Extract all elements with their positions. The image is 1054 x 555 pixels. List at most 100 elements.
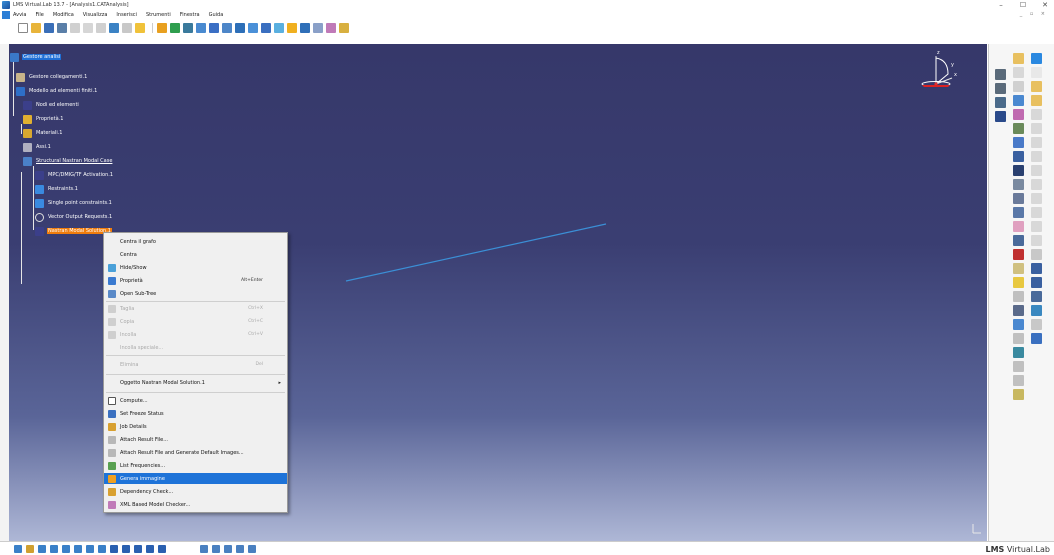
analysis-icon[interactable] — [1030, 53, 1042, 64]
multi-view-icon[interactable] — [235, 23, 245, 33]
normal-icon[interactable] — [98, 544, 106, 553]
pan-icon[interactable] — [196, 23, 206, 33]
body-icon[interactable] — [1012, 109, 1024, 120]
copy-icon[interactable] — [83, 23, 93, 33]
placeholder-4-icon[interactable] — [1030, 165, 1042, 176]
menu-item-attach-generate-images[interactable]: Attach Result File and Generate Default … — [104, 447, 287, 458]
beam-icon[interactable] — [1012, 137, 1024, 148]
tree-node-structural-nastran-modal-case[interactable]: Structural Nastran Modal Case — [23, 156, 113, 166]
animate-icon[interactable] — [1012, 389, 1024, 400]
placeholder-3-icon[interactable] — [1030, 151, 1042, 162]
arrow-icon[interactable] — [1012, 347, 1024, 358]
tree-node-restraints[interactable]: Restraints.1 — [35, 184, 79, 194]
shading-icon[interactable] — [261, 23, 271, 33]
cylinder-icon[interactable] — [1012, 165, 1024, 176]
fixture-icon[interactable] — [1012, 193, 1024, 204]
menu-item-xml-model-checker[interactable]: XML Based Model Checker... — [104, 499, 287, 510]
sketch-icon[interactable] — [1012, 67, 1024, 78]
menu-finestra[interactable]: Finestra — [180, 12, 200, 18]
plane-icon[interactable] — [1012, 81, 1024, 92]
placeholder-11-icon[interactable] — [1030, 319, 1042, 330]
select-icon[interactable] — [14, 544, 22, 553]
menu-visualizza[interactable]: Visualizza — [83, 12, 108, 18]
group-icon[interactable] — [1012, 95, 1024, 106]
fly-icon[interactable] — [26, 544, 34, 553]
menu-item-open-sub-tree[interactable]: Open Sub-Tree — [104, 288, 287, 299]
menu-strumenti[interactable]: Strumenti — [146, 12, 171, 18]
ref-icon[interactable] — [1030, 263, 1042, 274]
menu-inserisci[interactable]: Inserisci — [116, 12, 137, 18]
blank-icon[interactable] — [1030, 109, 1042, 120]
menu-item-hide-show[interactable]: Hide/Show — [104, 262, 287, 273]
load-icon[interactable] — [1012, 207, 1024, 218]
tree-node-assi[interactable]: Assi.1 — [23, 142, 52, 152]
pressure-icon[interactable] — [1012, 221, 1024, 232]
cut-icon[interactable] — [70, 23, 80, 33]
menu-item-list-frequencies[interactable]: List Frequencies... — [104, 460, 287, 471]
part-icon[interactable] — [1012, 53, 1024, 64]
open-icon[interactable] — [1030, 95, 1042, 106]
menu-guida[interactable]: Guida — [209, 12, 224, 18]
hide-icon[interactable] — [134, 544, 142, 553]
maximize-button[interactable]: ☐ — [1018, 1, 1028, 9]
tree-node-nastran-modal-solution[interactable]: Nastran Modal Solution.1 — [35, 226, 112, 236]
measure-icon[interactable] — [300, 23, 310, 33]
tool-e-icon[interactable] — [248, 544, 256, 553]
undo-icon[interactable] — [109, 23, 119, 33]
placeholder-2-icon[interactable] — [1030, 137, 1042, 148]
menu-item-set-freeze-status[interactable]: Set Freeze Status — [104, 408, 287, 419]
spring-icon[interactable] — [1012, 179, 1024, 190]
tree-node-nodi-elementi[interactable]: Nodi ed elementi — [23, 100, 80, 110]
zoom-area-icon[interactable] — [183, 23, 193, 33]
red-load-icon[interactable] — [1012, 249, 1024, 260]
help-icon[interactable] — [135, 23, 145, 33]
mesh-icon[interactable] — [994, 69, 1006, 80]
zoom-in-icon[interactable] — [74, 544, 82, 553]
tree-node-gestore-collegamenti[interactable]: Gestore collegamenti.1 — [16, 72, 88, 82]
menu-item-dependency-check[interactable]: Dependency Check... — [104, 486, 287, 497]
paste-icon[interactable] — [96, 23, 106, 33]
document-window-controls[interactable]: _ ▫ × — [1020, 11, 1048, 17]
folder-icon[interactable] — [1030, 81, 1042, 92]
report-icon[interactable] — [1012, 361, 1024, 372]
tree-node-single-point-constraints[interactable]: Single point constraints.1 — [35, 198, 113, 208]
placeholder-6-icon[interactable] — [1030, 193, 1042, 204]
placeholder-5-icon[interactable] — [1030, 179, 1042, 190]
shell-icon[interactable] — [1012, 123, 1024, 134]
placeholder-9-icon[interactable] — [1030, 235, 1042, 246]
iso-view-icon[interactable] — [248, 23, 258, 33]
placeholder-icon[interactable] — [1030, 123, 1042, 134]
menu-file[interactable]: File — [36, 12, 44, 18]
tool-b-icon[interactable] — [212, 544, 220, 553]
print-icon[interactable] — [57, 23, 67, 33]
material-icon[interactable] — [326, 23, 336, 33]
point-icon[interactable] — [1012, 291, 1024, 302]
ref-2-icon[interactable] — [1030, 277, 1042, 288]
tree-node-modello-elementi-finiti[interactable]: Modello ad elementi finiti.1 — [16, 86, 98, 96]
probe-icon[interactable] — [1012, 319, 1024, 330]
minimize-button[interactable]: – — [996, 1, 1006, 9]
menu-modifica[interactable]: Modifica — [53, 12, 74, 18]
menu-item-compute[interactable]: Compute... — [104, 395, 287, 406]
compass-widget[interactable]: z y x — [918, 50, 968, 90]
new-file-icon[interactable] — [18, 23, 28, 33]
tool-d-icon[interactable] — [236, 544, 244, 553]
tree-node-vector-output-requests[interactable]: Vector Output Requests.1 — [35, 212, 113, 222]
case-icon[interactable] — [1030, 67, 1042, 78]
fit-all-icon[interactable] — [170, 23, 180, 33]
distance-icon[interactable] — [1030, 305, 1042, 316]
rotate-bottom-icon[interactable] — [62, 544, 70, 553]
open-folder-icon[interactable] — [31, 23, 41, 33]
save-icon[interactable] — [44, 23, 54, 33]
solid-icon[interactable] — [1012, 151, 1024, 162]
grid-icon[interactable] — [994, 111, 1006, 122]
placeholder-8-icon[interactable] — [1030, 221, 1042, 232]
tree-node-gestore-analisi[interactable]: Gestore analisi — [10, 52, 62, 62]
close-button[interactable]: ✕ — [1040, 1, 1050, 9]
render-icon[interactable] — [313, 23, 323, 33]
views-icon[interactable] — [110, 544, 118, 553]
redo-icon[interactable] — [122, 23, 132, 33]
menu-logo-icon[interactable] — [2, 11, 10, 19]
table-icon[interactable] — [1012, 263, 1024, 274]
menu-item-job-details[interactable]: Job Details — [104, 421, 287, 432]
